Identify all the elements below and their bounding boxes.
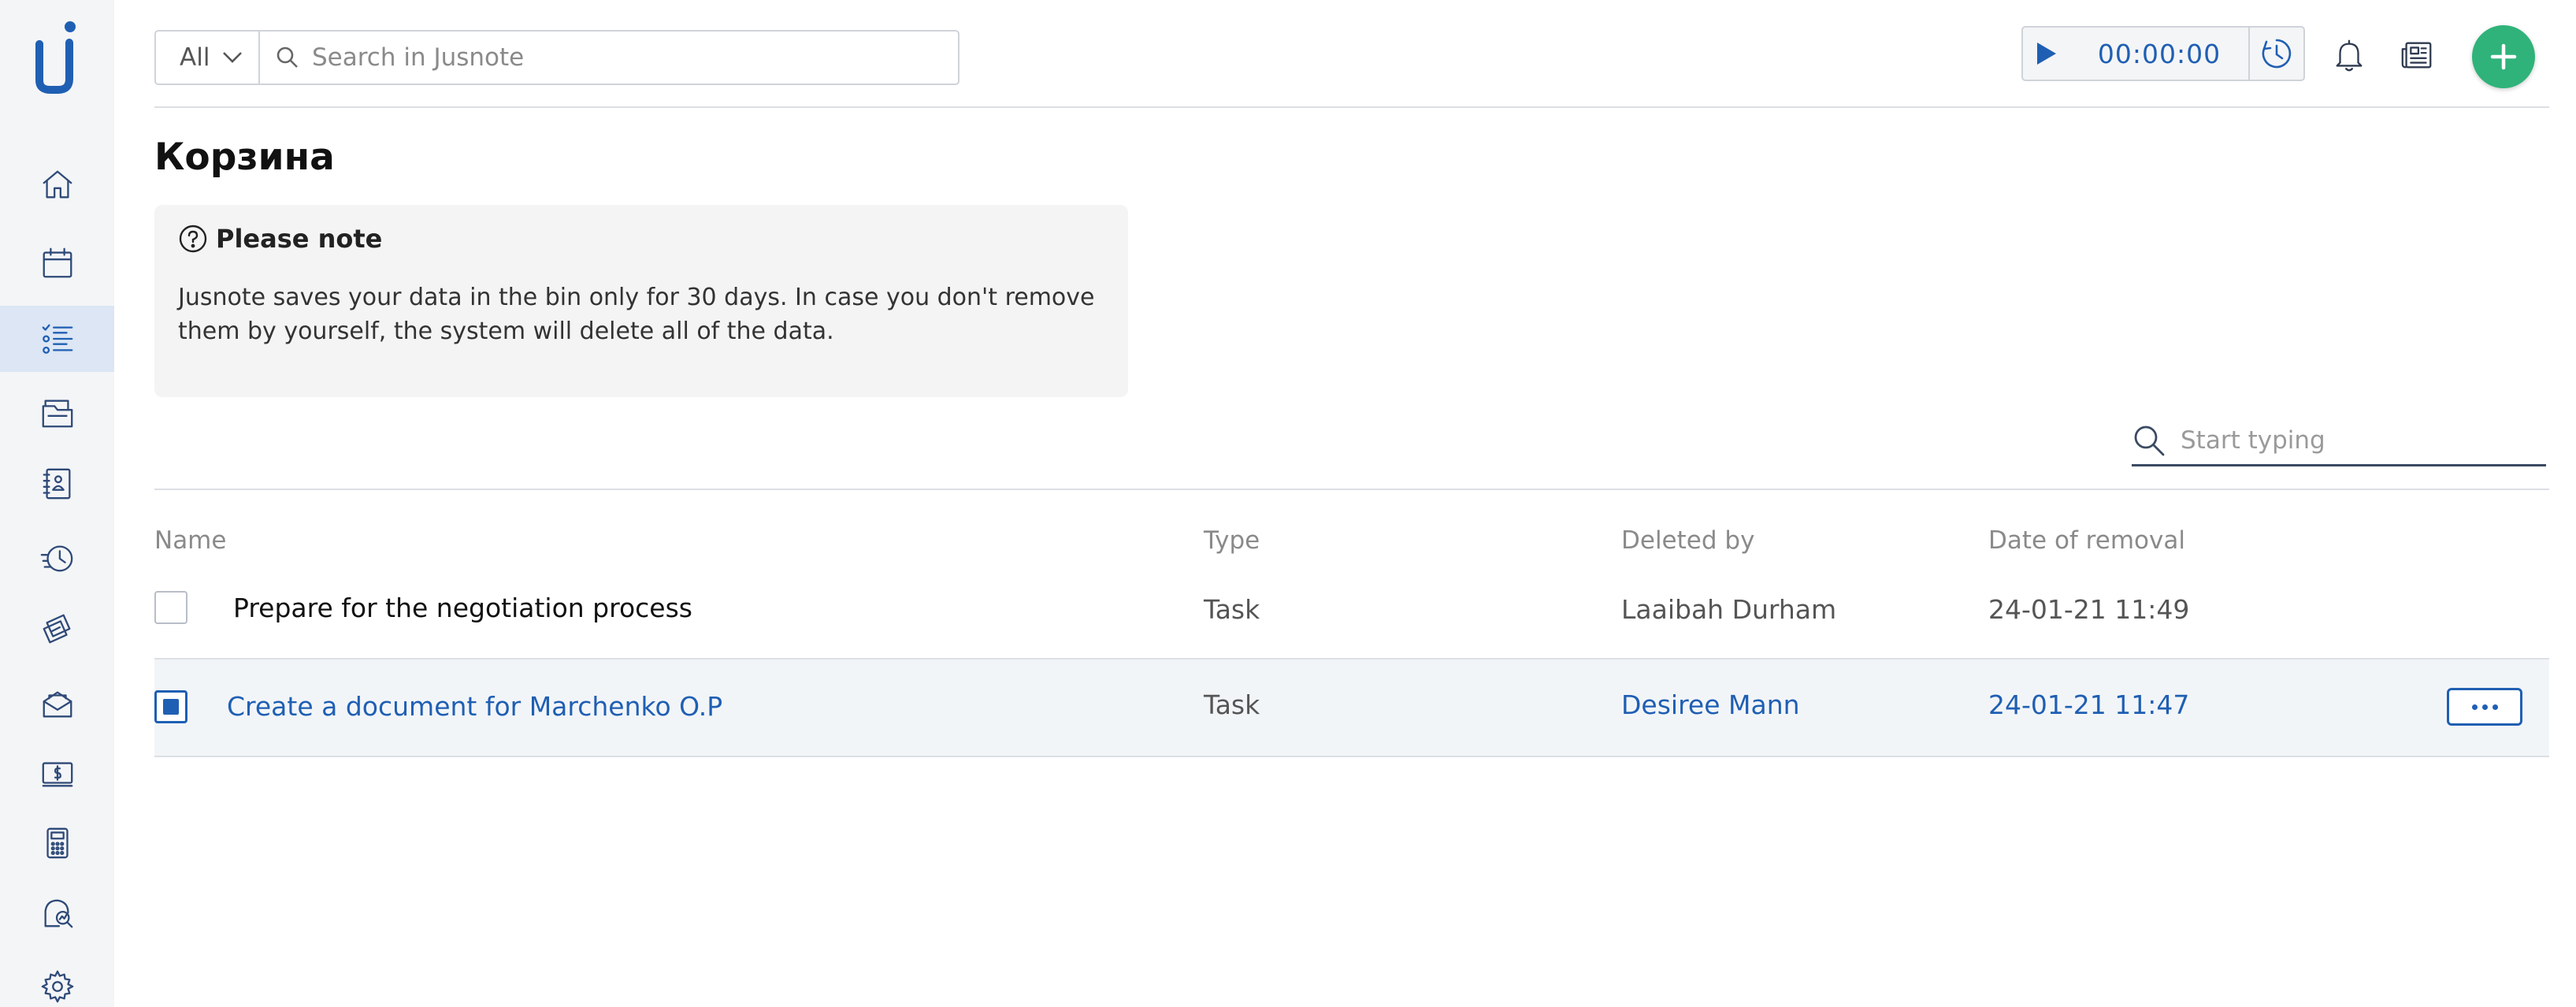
sidebar-item-billing[interactable] [0,596,114,662]
page-title: Корзина [154,136,335,179]
clock-history-icon [2262,39,2292,69]
search-icon [2134,425,2165,455]
folders-icon [42,399,72,428]
sidebar-item-finance[interactable] [0,741,114,807]
sidebar-item-contacts[interactable] [0,451,114,517]
table-row[interactable]: Prepare for the negotiation process Task… [154,575,2549,657]
row-type: Task [1204,689,1260,720]
row-name[interactable]: Prepare for the negotiation process [233,593,692,623]
more-dot-icon [2481,704,2488,710]
play-icon [2037,43,2056,65]
sidebar [0,0,114,1007]
timer-value: 00:00:00 [2097,38,2222,69]
column-header-type[interactable]: Type [1204,526,1260,555]
row-deleted-by: Laaibah Durham [1621,594,1837,625]
row-type: Task [1204,594,1260,625]
sidebar-item-time[interactable] [0,525,114,591]
news-button[interactable] [2393,32,2441,79]
jusnote-logo[interactable] [33,20,82,96]
sidebar-item-settings[interactable] [0,953,114,1007]
column-header-name[interactable]: Name [154,526,226,555]
table-top-divider [154,489,2549,490]
tickets-icon [43,614,70,644]
plus-icon [2490,43,2517,70]
sidebar-item-matters[interactable] [0,380,114,446]
timer-widget: 00:00:00 [2021,26,2305,81]
sidebar-item-reports[interactable] [0,810,114,876]
task-list-icon [42,324,72,354]
note-text: Jusnote saves your data in the bin only … [178,284,1095,345]
analytics-icon [44,899,72,928]
money-icon [42,762,72,787]
search-icon [277,46,298,68]
table-search-input[interactable] [2181,425,2527,455]
gear-icon [41,970,73,1003]
chevron-down-icon [223,52,243,63]
row-more-actions-button[interactable] [2447,688,2522,726]
search-scope-select[interactable]: All [154,30,258,85]
time-history-icon [40,545,72,572]
row-checkbox[interactable] [154,591,187,624]
more-dot-icon [2471,704,2478,710]
note-box: Please note Jusnote saves your data in t… [154,205,1128,397]
envelope-icon [43,691,72,718]
contacts-book-icon [43,468,70,500]
timer-history-button[interactable] [2248,28,2303,80]
add-new-button[interactable] [2472,25,2535,88]
column-header-date[interactable]: Date of removal [1988,526,2185,555]
calculator-icon [46,827,69,859]
note-title: Please note [216,224,383,254]
newspaper-icon [2401,42,2432,69]
home-icon [43,170,72,199]
sidebar-item-calendar[interactable] [0,230,114,296]
sidebar-item-analytics[interactable] [0,881,114,947]
row-date: 24-01-21 11:49 [1988,594,2190,625]
note-header: Please note [178,224,1104,254]
notifications-button[interactable] [2325,32,2373,79]
row-deleted-by: Desiree Mann [1621,689,1800,720]
table-row-selected[interactable]: Create a document for Marchenko O.P Task… [154,658,2549,757]
global-search-input[interactable] [312,43,926,72]
sidebar-item-tasks[interactable] [0,306,114,372]
row-checkbox-checked[interactable] [154,690,187,723]
sidebar-item-accounts[interactable] [0,671,114,738]
bell-icon [2336,39,2363,72]
sidebar-item-home[interactable] [0,151,114,217]
global-search[interactable] [258,30,960,85]
calendar-icon [43,247,72,278]
row-date: 24-01-21 11:47 [1988,689,2190,720]
table-search[interactable] [2132,416,2546,466]
more-dot-icon [2492,704,2498,710]
header-divider [154,106,2549,108]
column-header-deleted-by[interactable]: Deleted by [1621,526,1754,555]
question-circle-icon [179,225,207,253]
timer-play-button[interactable] [2023,28,2070,80]
search-scope-value: All [180,43,210,72]
row-name[interactable]: Create a document for Marchenko O.P [227,691,722,722]
